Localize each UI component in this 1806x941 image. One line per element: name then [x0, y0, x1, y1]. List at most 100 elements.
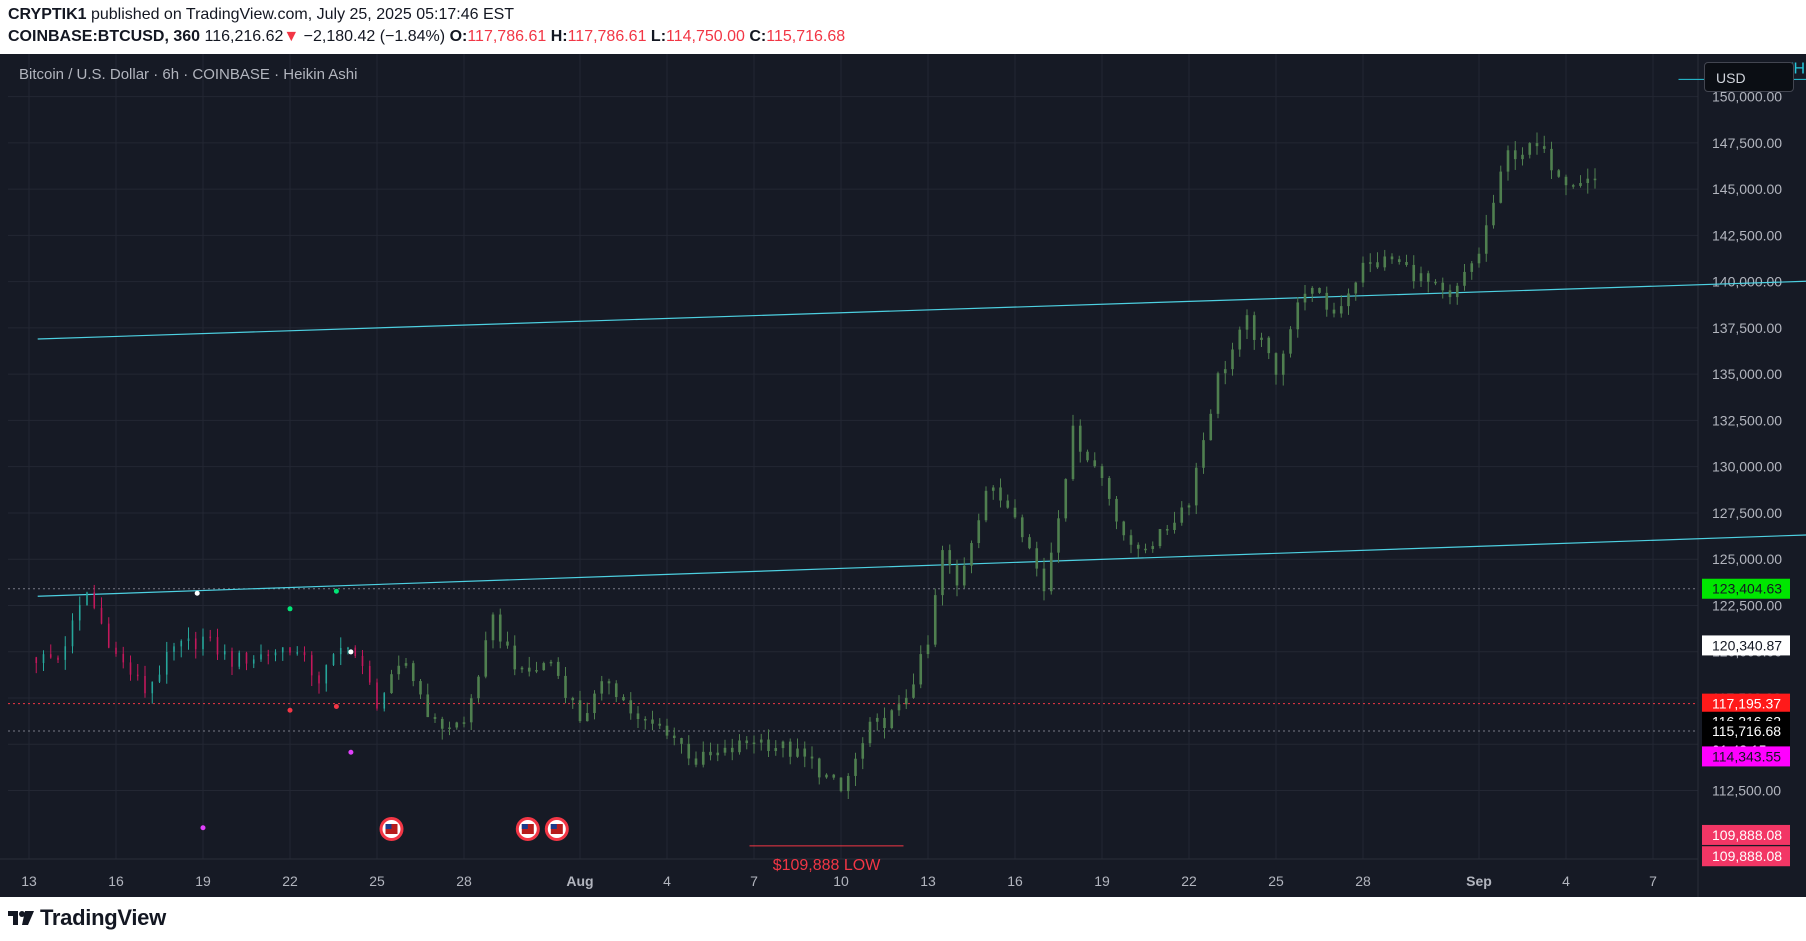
high-value: 117,786.61 — [567, 28, 647, 45]
x-tick-label: 25 — [1268, 873, 1284, 889]
candle — [1448, 290, 1452, 298]
candle — [303, 652, 306, 656]
candle — [71, 620, 74, 647]
candle — [1310, 287, 1314, 294]
x-tick-label: Sep — [1466, 873, 1492, 889]
candle — [49, 654, 52, 658]
x-tick-label: 25 — [369, 873, 385, 889]
candle — [209, 636, 212, 639]
candle — [100, 607, 103, 624]
candle — [854, 758, 857, 776]
candle — [1499, 171, 1503, 203]
x-tick-label: 28 — [1355, 873, 1371, 889]
candle — [513, 645, 517, 670]
candle — [1158, 529, 1162, 547]
candle — [368, 666, 371, 683]
trend-line — [37, 280, 1806, 340]
candle — [42, 654, 45, 664]
candle — [1194, 467, 1198, 506]
candle — [252, 659, 255, 664]
candle — [455, 722, 459, 728]
candle — [687, 743, 691, 759]
candle — [419, 681, 422, 695]
indicator-dot — [200, 825, 206, 831]
candle — [701, 751, 705, 765]
candle — [1347, 293, 1350, 307]
change-arrow-icon: ▼ — [283, 28, 300, 45]
candle — [332, 654, 335, 666]
candle — [839, 777, 843, 792]
candle — [1550, 148, 1553, 171]
candle — [1441, 282, 1445, 291]
candle — [1013, 507, 1017, 518]
candle — [868, 721, 872, 744]
x-tick-label: 22 — [282, 873, 298, 889]
candle — [1368, 262, 1372, 264]
candle — [1202, 440, 1205, 468]
candle — [643, 719, 647, 721]
y-tick-label: 142,500.00 — [1712, 227, 1782, 243]
candle — [1477, 253, 1481, 264]
chart-title: Bitcoin / U.S. Dollar · 6h · COINBASE · … — [19, 66, 358, 83]
candle — [35, 657, 38, 664]
candle — [861, 743, 865, 759]
low-label: L: — [650, 28, 667, 45]
x-tick-label: 22 — [1181, 873, 1197, 889]
candle — [578, 700, 582, 722]
y-tick-label: 137,500.00 — [1712, 320, 1782, 336]
candle — [593, 693, 596, 714]
candle — [325, 665, 328, 684]
candle — [1557, 170, 1561, 177]
candle — [1216, 373, 1220, 414]
candle — [665, 725, 669, 736]
candle — [651, 719, 654, 724]
price-chart[interactable]: 112,500.00115,000.00117,500.00120,000.00… — [0, 54, 1806, 897]
x-tick-label: 7 — [1649, 873, 1657, 889]
candle — [1289, 329, 1292, 354]
candle — [361, 655, 364, 667]
candle — [1100, 466, 1104, 479]
symbol-name[interactable]: COINBASE:BTCUSD, 360 — [8, 28, 200, 45]
candle — [1586, 178, 1590, 184]
candle — [752, 742, 756, 745]
candle — [883, 717, 886, 729]
candle — [1564, 176, 1568, 186]
candle — [115, 647, 117, 654]
currency-button[interactable]: USD — [1704, 62, 1794, 92]
candle — [716, 752, 720, 756]
y-tick-label: 132,500.00 — [1712, 412, 1782, 428]
candle — [948, 550, 952, 566]
tradingview-logo[interactable]: TradingView — [8, 905, 166, 931]
indicator-dot — [333, 588, 339, 594]
candle — [376, 682, 378, 709]
candles-group — [35, 132, 1597, 799]
y-tick-label: 135,000.00 — [1712, 366, 1782, 382]
publish-line: CRYPTIK1 published on TradingView.com, J… — [8, 6, 514, 24]
candle — [825, 774, 828, 778]
x-tick-label: 10 — [833, 873, 849, 889]
candle — [506, 641, 509, 646]
indicator-dot — [348, 649, 354, 655]
candle — [477, 676, 480, 699]
candle — [933, 595, 937, 645]
candle — [440, 718, 444, 729]
candle — [491, 614, 495, 641]
candle — [498, 614, 502, 642]
candle — [1390, 256, 1394, 260]
x-tick-label: 28 — [456, 873, 472, 889]
candle — [397, 665, 401, 675]
candle — [680, 738, 683, 744]
candle — [904, 697, 908, 705]
candle — [535, 670, 538, 672]
candle — [1426, 273, 1430, 282]
tradingview-logo-text: TradingView — [40, 905, 166, 930]
chart-container[interactable]: 112,500.00115,000.00117,500.00120,000.00… — [0, 54, 1806, 897]
candle — [607, 681, 611, 684]
candle — [1339, 306, 1343, 314]
candle — [1405, 262, 1408, 265]
close-label: C: — [749, 28, 767, 45]
open-label: O: — [449, 28, 468, 45]
candle — [1028, 537, 1031, 549]
author-name[interactable]: CRYPTIK1 — [8, 6, 87, 23]
price-label: 114,343.55 — [1712, 748, 1781, 764]
